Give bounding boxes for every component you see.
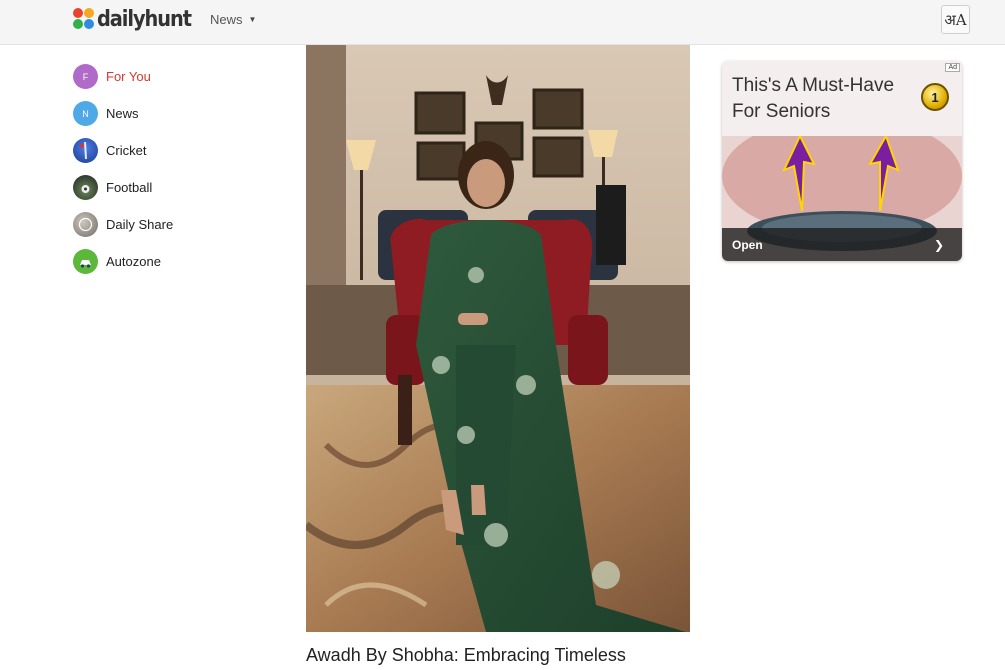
sidebar-item-for-you[interactable]: F For You xyxy=(73,58,273,95)
nav-news-dropdown[interactable]: News ▼ xyxy=(210,12,256,27)
sidebar-item-label: Daily Share xyxy=(106,217,174,232)
sidebar-item-news[interactable]: N News xyxy=(73,95,273,132)
sidebar-item-daily-share[interactable]: Daily Share xyxy=(73,206,273,243)
ad-open-button[interactable]: Open ❯ xyxy=(722,228,962,261)
sidebar-item-label: Cricket xyxy=(106,143,147,158)
dailyhunt-logo[interactable]: dailyhunt xyxy=(73,4,204,34)
autozone-icon xyxy=(73,249,98,274)
logo-icon xyxy=(73,8,95,30)
hero-photo xyxy=(306,45,690,632)
sidebar-item-label: Autozone xyxy=(106,254,161,269)
sidebar-item-label: For You xyxy=(106,69,151,84)
football-icon xyxy=(73,175,98,200)
language-toggle-button[interactable]: अA xyxy=(941,5,970,34)
daily-share-icon xyxy=(73,212,98,237)
sponsored-ad[interactable]: This's A Must-Have For Seniors Ad 1 Open… xyxy=(722,61,962,261)
news-icon: N xyxy=(73,101,98,126)
sidebar-item-label: Football xyxy=(106,180,153,195)
sidebar-item-cricket[interactable]: Cricket xyxy=(73,132,273,169)
sidebar: F For You N News Cricket Football Daily … xyxy=(73,58,273,280)
ad-text: This's A Must-Have For Seniors xyxy=(732,75,895,122)
sidebar-item-football[interactable]: Football xyxy=(73,169,273,206)
logo-text: dailyhunt xyxy=(97,6,192,32)
nav-news-label: News xyxy=(210,12,243,27)
ad-open-label: Open xyxy=(732,237,763,252)
for-you-icon: F xyxy=(73,64,98,89)
article-hero-image[interactable] xyxy=(306,45,690,632)
language-icon: अA xyxy=(944,10,967,29)
top-bar: dailyhunt News ▼ अA xyxy=(0,0,1005,45)
chevron-right-icon: ❯ xyxy=(933,237,944,252)
caret-down-icon: ▼ xyxy=(248,15,257,24)
article-headline[interactable]: Awadh By Shobha: Embracing Timeless xyxy=(306,645,626,666)
sidebar-item-autozone[interactable]: Autozone xyxy=(73,243,273,280)
cricket-icon xyxy=(73,138,98,163)
medal-icon: 1 xyxy=(921,83,949,111)
sidebar-item-label: News xyxy=(106,106,139,121)
ad-badge[interactable]: Ad xyxy=(945,63,960,72)
